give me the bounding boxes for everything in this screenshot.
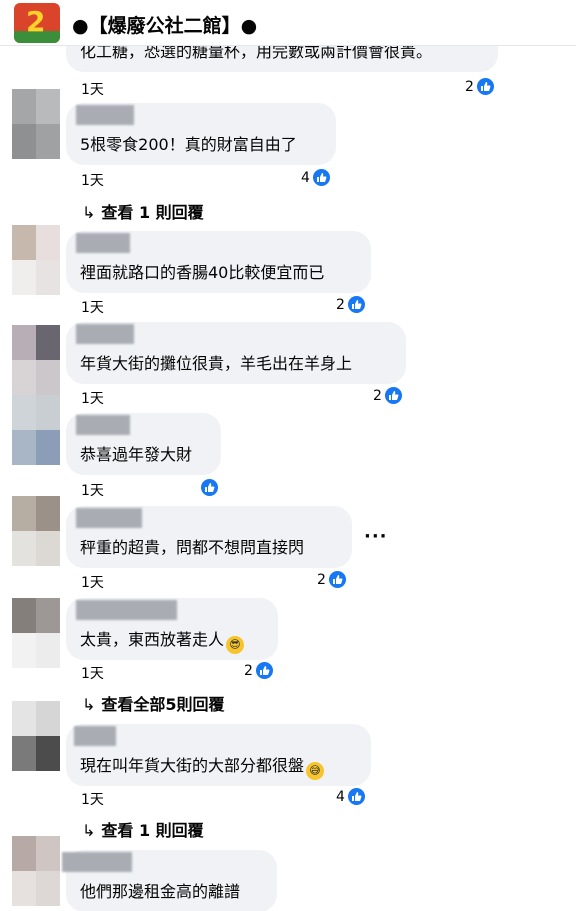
like-icon[interactable] bbox=[200, 478, 219, 497]
avatar[interactable] bbox=[12, 836, 60, 906]
comment-text: 恭喜過年發大財 bbox=[80, 445, 193, 464]
avatar[interactable] bbox=[12, 225, 60, 295]
comment-text: 他們那邊租金高的離譜 bbox=[80, 882, 241, 901]
comment-time[interactable]: 1天 bbox=[81, 297, 104, 317]
comment-text: 現在叫年貨大街的大部分都很盤 😅 bbox=[80, 752, 325, 780]
commenter-name[interactable] bbox=[76, 600, 177, 620]
comment-time[interactable]: 1天 bbox=[81, 663, 104, 683]
avatar[interactable] bbox=[12, 89, 60, 159]
like-count: 2 bbox=[317, 572, 326, 588]
like-icon[interactable] bbox=[347, 787, 366, 806]
view-replies-link[interactable]: ↳ 查看 1 則回覆 bbox=[82, 817, 204, 841]
comment-bubble: 裡面就路口的香腸40比較便宜而已 bbox=[66, 231, 371, 293]
comment-time[interactable]: 1天 bbox=[81, 388, 104, 408]
comment-bubble: 太貴，東西放著走人 😎 bbox=[66, 598, 278, 660]
avatar[interactable] bbox=[12, 598, 60, 668]
comment-bubble: 秤重的超貴，問都不想問直接閃 bbox=[66, 506, 352, 568]
comment-bubble: 5根零食200！真的財富自由了 bbox=[66, 103, 336, 165]
like-icon[interactable] bbox=[347, 295, 366, 314]
comment-text: 5根零食200！真的財富自由了 bbox=[80, 135, 297, 154]
comment-bubble: 年貨大街的攤位很貴，羊毛出在羊身上 bbox=[66, 322, 406, 384]
commenter-name[interactable] bbox=[74, 726, 116, 746]
view-replies-label: 查看 1 則回覆 bbox=[101, 203, 204, 222]
like-icon[interactable] bbox=[384, 386, 403, 405]
comment-time[interactable]: 1天 bbox=[81, 572, 104, 592]
comment-time[interactable]: 1天 bbox=[81, 170, 104, 190]
like-count: 4 bbox=[301, 170, 310, 186]
sunglasses-emoji-icon: 😎 bbox=[226, 636, 245, 654]
like-count: 2 bbox=[373, 388, 382, 404]
page-title[interactable]: ●【爆廢公社二館】● bbox=[72, 11, 257, 38]
commenter-name[interactable] bbox=[76, 105, 134, 125]
commenter-name[interactable] bbox=[62, 852, 132, 872]
comment-bubble: 他們那邊租金高的離譜 bbox=[62, 850, 277, 911]
view-replies-label: 查看 1 則回覆 bbox=[101, 821, 204, 840]
like-icon[interactable] bbox=[255, 661, 274, 680]
comment-text-content: 現在叫年貨大街的大部分都很盤 bbox=[80, 756, 305, 775]
like-count: 2 bbox=[465, 79, 474, 95]
like-icon[interactable] bbox=[328, 570, 347, 589]
commenter-name[interactable] bbox=[76, 508, 142, 528]
comment-text-content: 太貴，東西放著走人 bbox=[80, 630, 225, 649]
avatar[interactable] bbox=[12, 325, 60, 395]
comment-text: 秤重的超貴，問都不想問直接閃 bbox=[80, 538, 305, 557]
comment-text: 裡面就路口的香腸40比較便宜而已 bbox=[80, 263, 325, 282]
comment-text: 年貨大街的攤位很貴，羊毛出在羊身上 bbox=[80, 354, 353, 373]
more-options-button[interactable]: ··· bbox=[364, 526, 388, 547]
reply-arrow-icon: ↳ bbox=[82, 203, 96, 222]
view-replies-label: 查看全部5則回覆 bbox=[101, 695, 225, 714]
grinning-sweat-emoji-icon: 😅 bbox=[306, 762, 325, 780]
like-count: 2 bbox=[336, 297, 345, 313]
page-header: 2 ●【爆廢公社二館】● bbox=[0, 0, 576, 46]
comment-bubble: 現在叫年貨大街的大部分都很盤 😅 bbox=[66, 724, 371, 786]
like-icon[interactable] bbox=[476, 77, 495, 96]
view-replies-link[interactable]: ↳ 查看 1 則回覆 bbox=[82, 199, 204, 223]
comment-text: 太貴，東西放著走人 😎 bbox=[80, 626, 245, 654]
logo-number: 2 bbox=[26, 5, 46, 38]
reply-arrow-icon: ↳ bbox=[82, 695, 96, 714]
like-count: 2 bbox=[244, 663, 253, 679]
view-replies-link[interactable]: ↳ 查看全部5則回覆 bbox=[82, 691, 225, 715]
avatar[interactable] bbox=[12, 496, 60, 566]
reply-arrow-icon: ↳ bbox=[82, 821, 96, 840]
commenter-name[interactable] bbox=[76, 324, 134, 344]
comment-bubble: 恭喜過年發大財 bbox=[66, 413, 221, 475]
like-icon[interactable] bbox=[312, 168, 331, 187]
comment-time[interactable]: 1天 bbox=[81, 480, 104, 500]
commenter-name[interactable] bbox=[76, 415, 130, 435]
commenter-name[interactable] bbox=[76, 233, 130, 253]
group-logo[interactable]: 2 bbox=[14, 3, 60, 43]
like-count: 4 bbox=[336, 789, 345, 805]
comment-time[interactable]: 1天 bbox=[81, 789, 104, 809]
avatar[interactable] bbox=[12, 395, 60, 465]
avatar[interactable] bbox=[12, 701, 60, 771]
comment-time[interactable]: 1天 bbox=[81, 79, 104, 99]
